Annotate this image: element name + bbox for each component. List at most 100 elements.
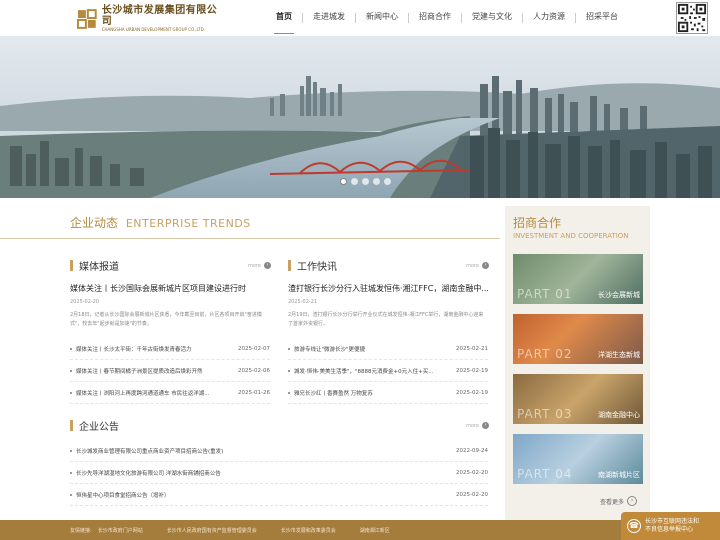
list-item-date: 2025-02-06 — [238, 367, 270, 374]
card-label: 洋湖生态新城 — [598, 351, 640, 359]
enterprise-trends-heading: 企业动态 ENTERPRISE TRENDS — [70, 214, 251, 231]
arrow-right-icon: › — [481, 422, 489, 429]
carousel-dots — [340, 178, 391, 185]
work-list: 旅游专线让"微游长沙"更便捷 2025-02-21 城发·恒伟·美美生活季"，"8… — [288, 338, 488, 404]
investment-card[interactable]: PART 03 湖南金融中心 — [513, 374, 643, 424]
footer-links-bar: 友情链接: 长沙市政府门户网站 长沙市人民政府国有资产监督管理委员会 长沙市发展… — [0, 520, 720, 540]
more-label: more — [466, 262, 479, 269]
heading-marker — [288, 260, 291, 271]
list-item[interactable]: 媒体关注丨春节期间橘子洲景区提质改造后焕彩开然 2025-02-06 — [70, 360, 270, 382]
nav-about[interactable]: 走进城发 — [303, 0, 355, 36]
heading-marker — [70, 260, 73, 271]
footer-link[interactable]: 长沙市政府门户网站 — [98, 527, 143, 534]
list-item-date: 2025-01-26 — [238, 389, 270, 396]
list-item[interactable]: 媒体关注丨长沙太平街：千年古街焕发青春活力 2025-02-07 — [70, 338, 270, 360]
list-item-date: 2022-09-24 — [456, 447, 488, 454]
media-title: 媒体报道 — [79, 262, 119, 273]
list-item[interactable]: 旅游专线让"微游长沙"更便捷 2025-02-21 — [288, 338, 488, 360]
carousel-dot[interactable] — [373, 178, 380, 185]
work-news-heading: 工作快讯 — [288, 258, 337, 273]
footer-link[interactable]: 长沙市人民政府国有资产监督管理委员会 — [167, 527, 257, 534]
media-headline[interactable]: 媒体关注丨长沙国际会展新城片区项目建设进行时 — [70, 283, 270, 294]
list-item-date: 2025-02-07 — [238, 345, 270, 352]
list-item[interactable]: 雅兄长沙红丨香赛盈然 万物复苏 2025-02-19 — [288, 382, 488, 404]
nav-investment[interactable]: 招商合作 — [409, 0, 461, 36]
list-item-date: 2025-02-20 — [456, 469, 488, 476]
city-skyline-image — [0, 36, 720, 198]
report-center-button[interactable]: ☎ 长沙市互联网违法和 不良信息举报中心 — [621, 512, 720, 540]
nav-procurement[interactable]: 招采平台 — [576, 0, 628, 36]
work-headline-date: 2025-02-21 — [288, 299, 318, 305]
media-reports-heading: 媒体报道 — [70, 258, 119, 273]
list-item-title: 雅兄长沙红丨香赛盈然 万物复苏 — [294, 390, 373, 397]
media-headline-summary: 2月18日，记者从长沙国际会展新城片区获悉，今年截至目前，片区各项目开启"奋进模… — [70, 312, 262, 327]
more-label: more — [248, 262, 261, 269]
bullet-icon — [288, 347, 290, 350]
logo[interactable]: 长沙城市发展集团有限公司 CHANGSHA URBAN DEVELOPMENT … — [76, 5, 226, 32]
arrow-right-icon: › — [263, 262, 271, 269]
list-item-date: 2025-02-21 — [456, 345, 488, 352]
list-item[interactable]: 媒体关注丨浏阳河上再度跨河通道通车 市民往返洋湖... 2025-01-26 — [70, 382, 270, 404]
investment-card[interactable]: PART 04 南湖新城片区 — [513, 434, 643, 484]
section-title-en: ENTERPRISE TRENDS — [125, 217, 251, 230]
hero-banner[interactable] — [0, 36, 720, 198]
nav-news[interactable]: 新闻中心 — [356, 0, 408, 36]
investment-title-en: INVESTMENT AND COOPERATION — [513, 232, 629, 240]
bullet-icon — [288, 391, 290, 394]
list-item[interactable]: 恒伟星中心项目食堂招商公告（增补） 2025-02-20 — [70, 484, 488, 506]
list-item-title: 媒体关注丨春节期间橘子洲景区提质改造后焕彩开然 — [76, 368, 203, 375]
media-headline-date: 2025-02-20 — [70, 299, 100, 305]
heading-marker — [70, 420, 73, 431]
main-nav: 首页 走进城发 新闻中心 招商合作 党建与文化 人力资源 招采平台 — [266, 0, 628, 36]
list-item-date: 2025-02-19 — [456, 367, 488, 374]
bullet-icon — [70, 369, 72, 372]
list-item[interactable]: 长沙先导洋湖湿地文化旅游有限公司 洋湖水街商铺招商公告 2025-02-20 — [70, 462, 488, 484]
arrow-right-icon: › — [481, 262, 489, 269]
investment-card[interactable]: PART 01 长沙会展新城 — [513, 254, 643, 304]
more-label: more — [466, 422, 479, 429]
work-more-link[interactable]: more › — [466, 262, 489, 269]
bullet-icon — [70, 391, 72, 394]
list-item[interactable]: 长沙城发商业管理有限公司重点商业资产项目招商公告(重发) 2022-09-24 — [70, 440, 488, 462]
card-part-number: PART 01 — [517, 287, 573, 301]
investment-card[interactable]: PART 02 洋湖生态新城 — [513, 314, 643, 364]
friend-links-label: 友情链接: — [70, 527, 92, 534]
bullet-icon — [70, 493, 72, 496]
footer-link[interactable]: 长沙市发展和改革委员会 — [281, 527, 336, 534]
list-item[interactable]: 城发·恒伟·美美生活季"，"8888元消费金+0元入住+买... 2025-02-… — [288, 360, 488, 382]
notice-list: 长沙城发商业管理有限公司重点商业资产项目招商公告(重发) 2022-09-24 长… — [70, 440, 488, 506]
phone-icon: ☎ — [627, 519, 641, 533]
carousel-dot[interactable] — [384, 178, 391, 185]
logo-en-text: CHANGSHA URBAN DEVELOPMENT GROUP CO.,LTD… — [101, 27, 205, 32]
section-title-cn: 企业动态 — [70, 216, 119, 230]
investment-more-link[interactable]: 查看更多 › — [600, 496, 638, 506]
nav-hr[interactable]: 人力资源 — [523, 0, 575, 36]
work-title: 工作快讯 — [297, 262, 337, 273]
work-headline[interactable]: 渣打银行长沙分行入驻城发恒伟·湘江FFC，湖南金融中... — [288, 283, 488, 294]
bullet-icon — [70, 449, 72, 452]
media-more-link[interactable]: more › — [248, 262, 271, 269]
card-part-number: PART 04 — [517, 467, 573, 481]
carousel-dot[interactable] — [351, 178, 358, 185]
work-headline-summary: 2月19日，渣打银行长沙分行举行开业仪式在城发恒伟·湘江FFC举行，湖南金融中心… — [288, 312, 484, 327]
carousel-dot[interactable] — [362, 178, 369, 185]
footer-link[interactable]: 湖南湘江新区 — [360, 527, 390, 534]
qr-code-icon — [676, 2, 708, 34]
notice-more-link[interactable]: more › — [466, 422, 489, 429]
list-item-title: 恒伟星中心项目食堂招商公告（增补） — [76, 492, 170, 499]
report-line-1: 长沙市互联网违法和 — [645, 518, 700, 525]
list-item-title: 媒体关注丨长沙太平街：千年古街焕发青春活力 — [76, 346, 192, 353]
carousel-dot[interactable] — [340, 178, 347, 185]
list-item-title: 长沙先导洋湖湿地文化旅游有限公司 洋湖水街商铺招商公告 — [76, 470, 221, 477]
nav-home[interactable]: 首页 — [266, 0, 302, 36]
bullet-icon — [70, 347, 72, 350]
list-item-date: 2025-02-20 — [456, 491, 488, 498]
arrow-right-icon: › — [627, 496, 638, 506]
card-label: 南湖新城片区 — [598, 471, 640, 479]
nav-party-culture[interactable]: 党建与文化 — [462, 0, 522, 36]
list-item-date: 2025-02-19 — [456, 389, 488, 396]
notices-heading: 企业公告 — [70, 418, 119, 433]
card-label: 长沙会展新城 — [598, 291, 640, 299]
list-item-title: 长沙城发商业管理有限公司重点商业资产项目招商公告(重发) — [76, 448, 224, 455]
list-item-title: 媒体关注丨浏阳河上再度跨河通道通车 市民往返洋湖... — [76, 390, 210, 397]
